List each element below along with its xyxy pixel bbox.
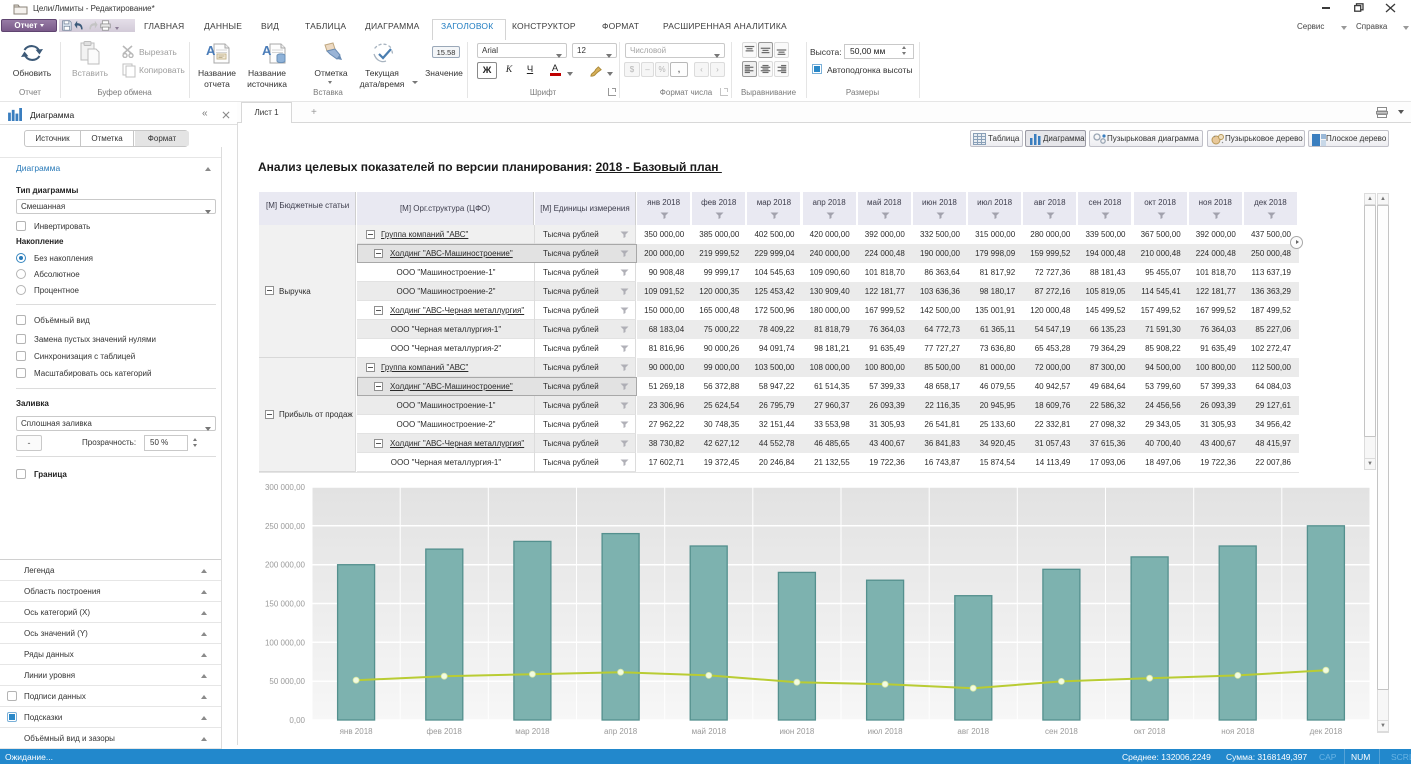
svg-text:50 000,00: 50 000,00 — [269, 677, 305, 686]
svg-text:окт 2018: окт 2018 — [1134, 727, 1166, 736]
svg-text:дек 2018: дек 2018 — [1310, 727, 1343, 736]
svg-text:0,00: 0,00 — [289, 716, 305, 725]
svg-text:150 000,00: 150 000,00 — [265, 600, 306, 609]
svg-text:100 000,00: 100 000,00 — [265, 638, 306, 647]
svg-text:янв 2018: янв 2018 — [340, 727, 374, 736]
svg-text:мар 2018: мар 2018 — [515, 727, 550, 736]
svg-text:июн 2018: июн 2018 — [779, 727, 814, 736]
svg-text:июл 2018: июл 2018 — [868, 727, 904, 736]
svg-text:фев 2018: фев 2018 — [427, 727, 463, 736]
svg-text:апр 2018: апр 2018 — [604, 727, 638, 736]
svg-text:200 000,00: 200 000,00 — [265, 561, 306, 570]
svg-text:A: A — [262, 43, 272, 58]
svg-text:A: A — [206, 43, 216, 58]
svg-text:май 2018: май 2018 — [692, 727, 727, 736]
svg-text:300 000,00: 300 000,00 — [265, 483, 306, 492]
svg-text:250 000,00: 250 000,00 — [265, 522, 306, 531]
svg-text:ноя 2018: ноя 2018 — [1221, 727, 1255, 736]
svg-text:авг 2018: авг 2018 — [957, 727, 989, 736]
svg-text:сен 2018: сен 2018 — [1045, 727, 1078, 736]
